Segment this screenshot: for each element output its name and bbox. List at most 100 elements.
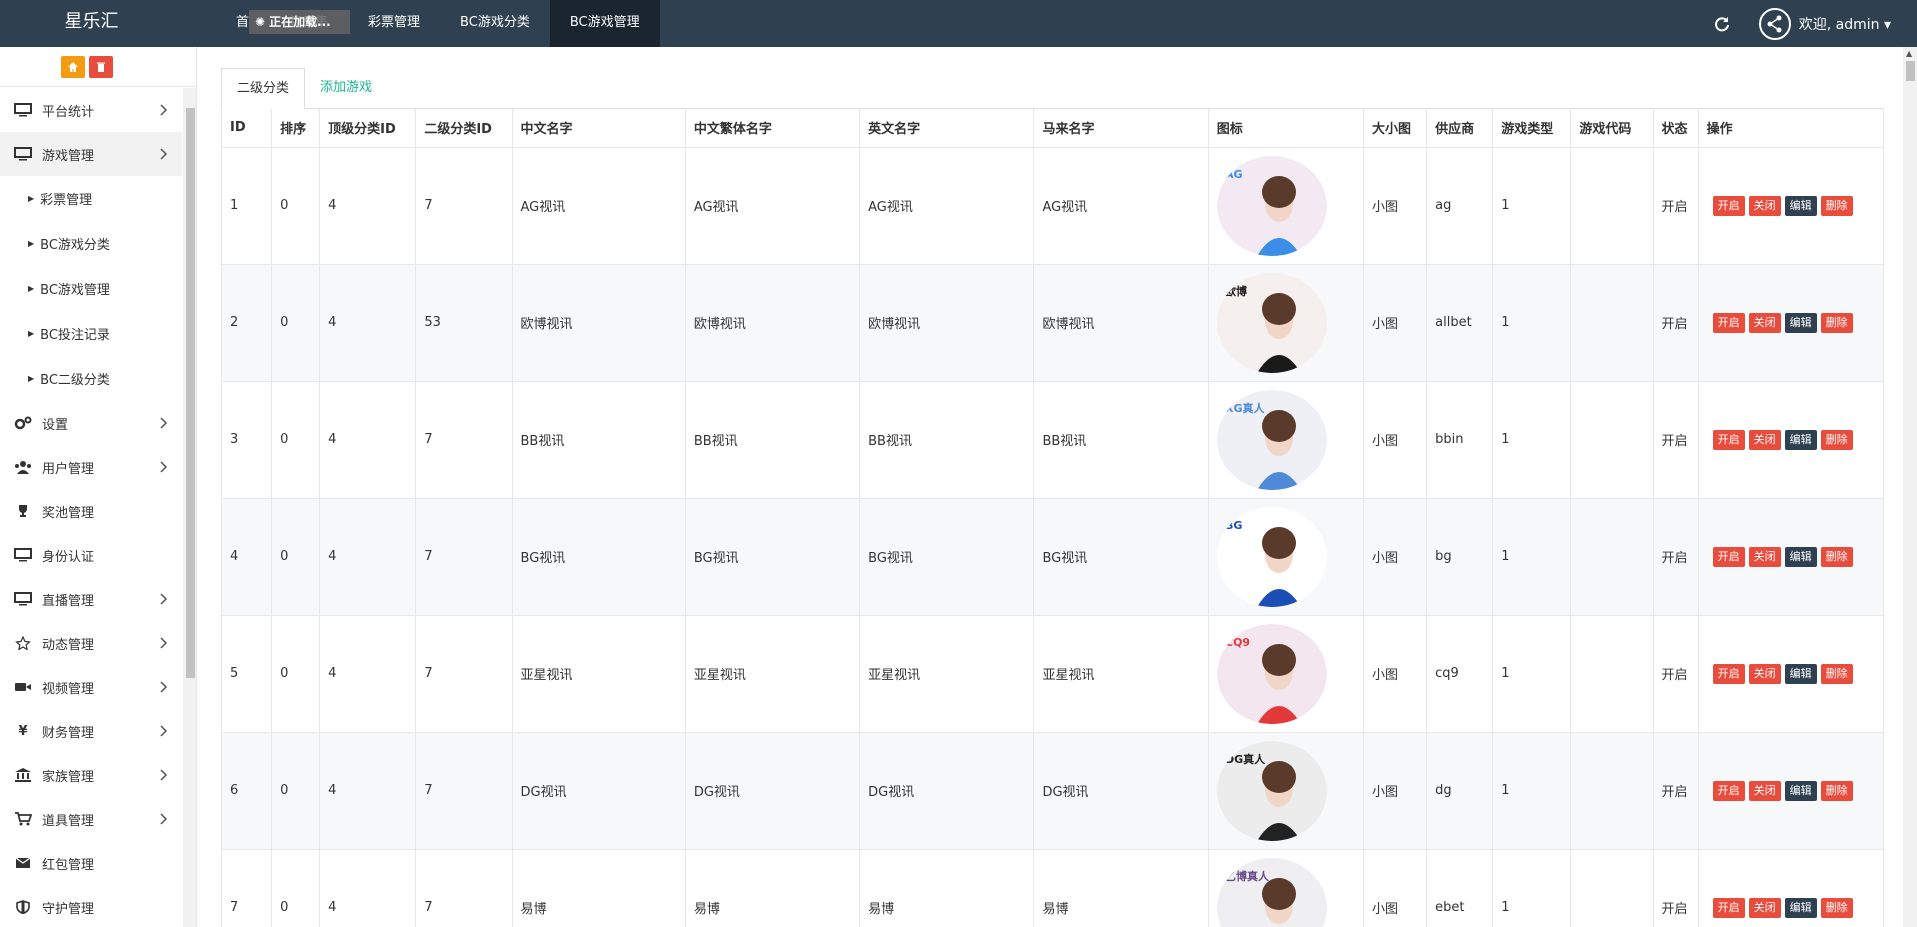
chevron-right-icon [160,681,168,697]
delete-button[interactable]: 删除 [1820,312,1853,333]
sidebar-item[interactable]: ¥ 财务管理 [0,709,182,753]
top-nav-bc-games[interactable]: BC游戏管理 [549,0,660,47]
disable-button[interactable]: 关闭 [1748,312,1781,333]
sidebar-subitem[interactable]: ▶ BC二级分类 [0,356,182,401]
sidebar-item[interactable]: 视频管理 [0,665,182,709]
delete-button[interactable]: 删除 [1820,546,1853,567]
trash-icon [97,62,105,72]
home-button[interactable] [61,55,85,78]
cell-status: 开启 [1652,380,1699,499]
cell-top: 4 [319,263,417,382]
sidebar-item[interactable]: 身份认证 [0,533,182,577]
sidebar-item-label: 动态管理 [42,637,95,653]
sidebar-item[interactable]: 用户管理 [0,445,182,489]
disable-button[interactable]: 关闭 [1748,780,1781,801]
edit-button[interactable]: 编辑 [1784,897,1817,918]
column-header[interactable]: 排序 [271,109,321,148]
cell-status: 开启 [1652,497,1699,616]
sidebar-item[interactable]: 平台统计 [0,88,182,132]
cell-tw: 亚星视讯 [684,614,861,733]
column-header[interactable]: 英文名字 [859,109,1035,148]
sidebar-item[interactable]: 直播管理 [0,577,182,621]
edit-button[interactable]: 编辑 [1784,546,1817,567]
cell-size: 小图 [1363,614,1428,733]
refresh-icon[interactable] [1711,13,1733,35]
tab-add-game[interactable]: 添加游戏 [305,68,387,108]
disable-button[interactable]: 关闭 [1748,195,1781,216]
column-header[interactable]: 状态 [1652,109,1699,148]
edit-button[interactable]: 编辑 [1784,780,1817,801]
sidebar-scroll-thumb[interactable] [186,108,195,678]
enable-button[interactable]: 开启 [1712,780,1745,801]
sidebar-item-label: 财务管理 [42,725,95,741]
column-header[interactable]: 操作 [1697,109,1885,148]
column-header[interactable]: 大小图 [1363,109,1428,148]
column-header[interactable]: 马来名字 [1033,109,1209,148]
column-header[interactable]: ID [220,109,273,148]
disable-button[interactable]: 关闭 [1748,429,1781,450]
disable-button[interactable]: 关闭 [1748,546,1781,567]
sidebar-item[interactable]: 守护管理 [0,885,182,927]
enable-button[interactable]: 开启 [1712,546,1745,567]
sidebar-subitem[interactable]: ▶ 彩票管理 [0,176,182,221]
clear-cache-button[interactable] [89,55,113,78]
sidebar-item[interactable]: 奖池管理 [0,489,182,533]
enable-button[interactable]: 开启 [1712,195,1745,216]
disable-button[interactable]: 关闭 [1748,897,1781,918]
cell-en: DG视讯 [859,731,1035,850]
sidebar-item[interactable]: 游戏管理 [0,132,182,176]
avatar[interactable] [1758,7,1791,40]
sidebar-item[interactable]: 动态管理 [0,621,182,665]
top-nav-bc-category[interactable]: BC游戏分类 [440,0,550,47]
cell-code [1570,731,1654,850]
column-header[interactable]: 中文繁体名字 [684,109,861,148]
delete-button[interactable]: 删除 [1820,780,1853,801]
edit-button[interactable]: 编辑 [1784,312,1817,333]
cell-id: 3 [220,380,273,499]
user-menu[interactable]: 欢迎, admin ▾ [1799,14,1891,34]
cell-cn: 亚星视讯 [511,614,686,733]
thumbnail-hair [1261,175,1296,208]
column-header[interactable]: 中文名字 [511,109,686,148]
cell-en: 欧博视讯 [859,263,1035,382]
top-nav-lottery[interactable]: 彩票管理 [348,0,440,47]
column-header[interactable]: 图标 [1207,109,1365,148]
app-logo[interactable]: 星乐汇 [0,0,183,47]
column-header[interactable]: 游戏代码 [1570,109,1654,148]
sidebar-item[interactable]: 设置 [0,401,182,445]
sidebar-subitem[interactable]: ▶ BC游戏分类 [0,221,182,266]
page-scrollbar[interactable]: ▲ [1903,47,1917,927]
enable-button[interactable]: 开启 [1712,663,1745,684]
column-header[interactable]: 游戏类型 [1492,109,1572,148]
scroll-up-icon[interactable]: ▲ [1906,49,1912,58]
row-actions: 开启 关闭 编辑 删除 [1707,780,1875,801]
icon-cell: DG真人 [1207,731,1365,850]
cell-id: 1 [220,146,273,265]
column-header[interactable]: 二级分类ID [415,109,513,148]
sidebar-item[interactable]: 家族管理 [0,753,182,797]
edit-button[interactable]: 编辑 [1784,195,1817,216]
delete-button[interactable]: 删除 [1820,897,1853,918]
enable-button[interactable]: 开启 [1712,897,1745,918]
cell-sort: 0 [271,380,321,499]
cell-size: 小图 [1363,263,1428,382]
sidebar-subitem[interactable]: ▶ BC投注记录 [0,311,182,356]
column-header[interactable]: 供应商 [1426,109,1494,148]
column-header[interactable]: 顶级分类ID [319,109,417,148]
enable-button[interactable]: 开启 [1712,312,1745,333]
delete-button[interactable]: 删除 [1820,429,1853,450]
delete-button[interactable]: 删除 [1820,663,1853,684]
edit-button[interactable]: 编辑 [1784,429,1817,450]
tab-subcategory[interactable]: 二级分类 [221,68,306,109]
sidebar-subitem[interactable]: ▶ BC游戏管理 [0,266,182,311]
sidebar-item[interactable]: 道具管理 [0,797,182,841]
disable-button[interactable]: 关闭 [1748,663,1781,684]
page-scroll-thumb[interactable] [1906,61,1915,81]
edit-button[interactable]: 编辑 [1784,663,1817,684]
game-thumbnail: DG真人 [1216,740,1327,841]
sidebar-item[interactable]: 红包管理 [0,841,182,885]
sidebar-scrollbar[interactable] [183,88,196,927]
cell-size: 小图 [1363,731,1428,850]
delete-button[interactable]: 删除 [1820,195,1853,216]
enable-button[interactable]: 开启 [1712,429,1745,450]
